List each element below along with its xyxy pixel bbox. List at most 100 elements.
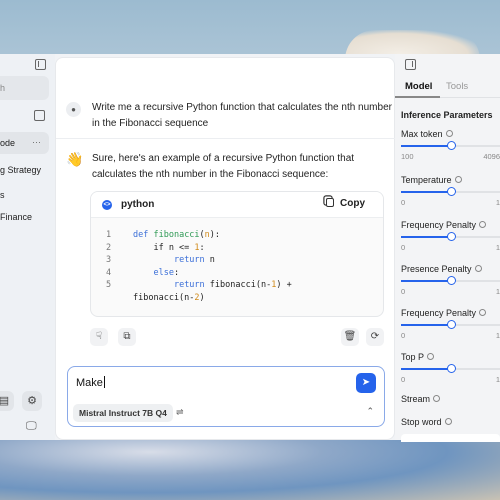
chat-input[interactable]: Make ➤ Mistral Instruct 7B Q4 ⇌ ⌃ bbox=[67, 366, 385, 427]
trash-icon[interactable]: 🗑 bbox=[341, 328, 359, 346]
slider-fill bbox=[401, 191, 451, 193]
line-number: 3 bbox=[106, 255, 112, 265]
left-sidebar: h ode ··· g Strategy s Finance ▤ ⚙ 🖵 bbox=[0, 54, 55, 440]
info-icon bbox=[454, 176, 462, 183]
param-label-text: Top P bbox=[401, 352, 425, 362]
collapse-right-panel-icon[interactable] bbox=[405, 59, 416, 70]
param-slider[interactable] bbox=[401, 187, 500, 196]
slider-handle[interactable] bbox=[446, 320, 456, 329]
thumbs-down-icon[interactable]: ☟ bbox=[90, 328, 108, 346]
send-icon: ➤ bbox=[361, 377, 371, 388]
divider bbox=[56, 138, 396, 139]
code-icon: <> bbox=[102, 200, 112, 210]
section-title: Inference Parameters bbox=[401, 110, 493, 120]
slider-handle[interactable] bbox=[446, 232, 456, 241]
monitor-icon[interactable]: 🖵 bbox=[26, 420, 37, 433]
stream-text: Stream bbox=[401, 394, 431, 404]
settings-sliders-icon[interactable]: ⇌ bbox=[176, 407, 184, 418]
background-wallpaper bbox=[0, 440, 500, 500]
thread-item[interactable]: s bbox=[0, 190, 5, 200]
param-label-text: Frequency Penalty bbox=[401, 220, 477, 230]
info-icon bbox=[479, 309, 487, 316]
active-tab-indicator bbox=[395, 96, 440, 98]
slider-fill bbox=[401, 368, 451, 370]
slider-fill bbox=[401, 280, 451, 282]
param-slider[interactable] bbox=[401, 364, 500, 373]
slider-max: 4096 bbox=[483, 152, 500, 161]
info-icon bbox=[479, 221, 487, 228]
slider-fill bbox=[401, 236, 451, 238]
stop-word-text: Stop word bbox=[401, 417, 442, 427]
thread-label: ode bbox=[0, 138, 16, 148]
code-line: fibonacci(n-2) bbox=[133, 292, 205, 303]
chevron-up-icon[interactable]: ⌃ bbox=[366, 406, 374, 417]
param-label-text: Temperature bbox=[401, 175, 452, 185]
param-slider[interactable] bbox=[401, 232, 500, 241]
code-header: <> python Copy bbox=[91, 192, 383, 218]
slider-handle[interactable] bbox=[446, 141, 456, 150]
slider-min: 0 bbox=[401, 375, 406, 384]
slider-max: 1 bbox=[495, 375, 500, 384]
copy-label: Copy bbox=[340, 198, 365, 209]
tab-tools[interactable]: Tools bbox=[446, 81, 468, 92]
tab-model[interactable]: Model bbox=[405, 81, 432, 92]
text-caret bbox=[103, 376, 105, 388]
chat-panel: ● Write me a recursive Python function t… bbox=[55, 57, 396, 440]
new-chat-icon[interactable] bbox=[34, 110, 45, 121]
code-line: def fibonacci(n): bbox=[133, 230, 221, 240]
line-number: 1 bbox=[106, 230, 112, 240]
thread-label: Finance bbox=[0, 212, 33, 222]
param-label: Max token bbox=[401, 129, 453, 139]
user-avatar-icon: ● bbox=[66, 102, 81, 117]
slider-handle[interactable] bbox=[446, 187, 456, 196]
hub-button[interactable]: ▤ bbox=[0, 391, 14, 411]
line-number: 4 bbox=[106, 267, 112, 278]
info-icon bbox=[433, 395, 441, 402]
param-slider[interactable] bbox=[401, 276, 500, 285]
send-button[interactable]: ➤ bbox=[356, 373, 376, 393]
thread-item[interactable]: ode ··· bbox=[0, 132, 49, 154]
slider-max: 1 bbox=[495, 287, 500, 296]
slider-min: 0 bbox=[401, 331, 406, 340]
copy-code-button[interactable]: Copy bbox=[326, 198, 365, 209]
gear-icon: ⚙ bbox=[27, 395, 37, 407]
slider-handle[interactable] bbox=[446, 276, 456, 285]
thread-item[interactable]: Finance bbox=[0, 212, 32, 222]
slider-min: 0 bbox=[401, 243, 406, 252]
line-number: 2 bbox=[106, 242, 112, 253]
slider-fill bbox=[401, 145, 451, 147]
user-message-text: Write me a recursive Python function tha… bbox=[92, 102, 392, 129]
settings-button[interactable]: ⚙ bbox=[22, 391, 42, 411]
assistant-message-text: Sure, here's an example of a recursive P… bbox=[92, 153, 355, 180]
code-line: else: bbox=[153, 267, 180, 278]
stop-word-input[interactable] bbox=[401, 434, 500, 442]
regenerate-icon[interactable]: ⟳ bbox=[366, 328, 384, 346]
slider-max: 1 bbox=[495, 243, 500, 252]
param-slider[interactable] bbox=[401, 320, 500, 329]
param-label: Frequency Penalty bbox=[401, 220, 487, 230]
param-label-text: Presence Penalty bbox=[401, 264, 472, 274]
info-icon bbox=[474, 265, 482, 272]
app-window: h ode ··· g Strategy s Finance ▤ ⚙ 🖵 ● W… bbox=[0, 54, 500, 442]
param-label: Temperature bbox=[401, 175, 462, 185]
code-language: python bbox=[121, 199, 155, 210]
slider-handle[interactable] bbox=[446, 364, 456, 373]
more-icon[interactable]: ··· bbox=[32, 137, 41, 147]
thread-label: s bbox=[0, 190, 5, 200]
copy-icon bbox=[326, 198, 334, 207]
slider-min: 0 bbox=[401, 287, 406, 296]
model-selector[interactable]: Mistral Instruct 7B Q4 bbox=[73, 404, 173, 422]
copy-message-icon[interactable]: ⧉ bbox=[118, 328, 136, 346]
param-label: Frequency Penalty bbox=[401, 308, 487, 318]
message-input[interactable]: Make bbox=[76, 376, 105, 389]
slider-max: 1 bbox=[495, 331, 500, 340]
code-line: if n <= 1: bbox=[133, 242, 205, 253]
param-label: Presence Penalty bbox=[401, 264, 482, 274]
right-panel: Model Tools Inference Parameters Max tok… bbox=[395, 54, 500, 442]
param-slider[interactable] bbox=[401, 141, 500, 150]
collapse-sidebar-icon[interactable] bbox=[35, 59, 46, 70]
wave-emoji-icon: 👋 bbox=[66, 151, 84, 167]
search-input[interactable]: h bbox=[0, 76, 49, 100]
thread-item[interactable]: g Strategy bbox=[0, 165, 41, 175]
line-number: 5 bbox=[106, 280, 112, 290]
